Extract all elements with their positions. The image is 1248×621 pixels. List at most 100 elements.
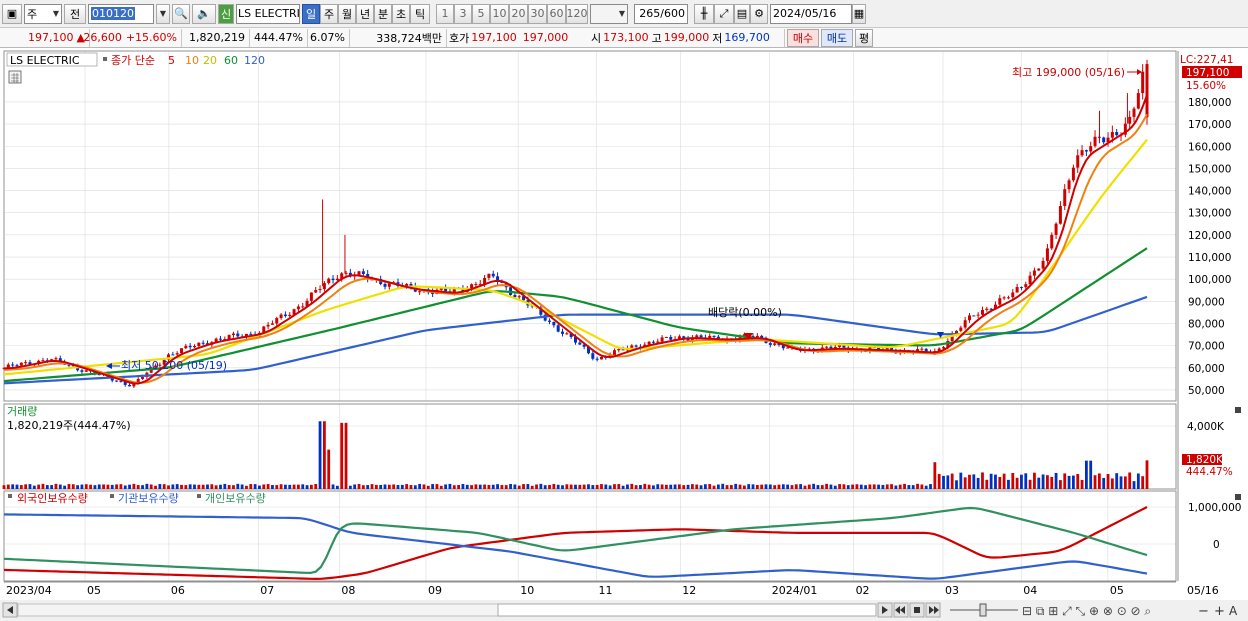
volume-bar [994, 474, 997, 489]
candle-body [963, 320, 967, 328]
volume-panel-close-icon[interactable] [1235, 407, 1241, 413]
last-price-label: 197,100 [1186, 67, 1229, 79]
volume-bar [613, 484, 616, 489]
ma-legend-prefix: 종가 단순 [111, 54, 155, 67]
volume-bar [669, 484, 673, 489]
volume-bar [448, 483, 452, 489]
volume-bar [911, 485, 915, 489]
volume-bar [97, 484, 101, 489]
candle-body [617, 348, 621, 351]
zoom-in-icon[interactable]: + [1214, 604, 1225, 619]
candle-body [270, 323, 274, 325]
candle-body [825, 346, 829, 348]
volume-bar [258, 485, 261, 489]
candle-body [669, 336, 673, 340]
candle-body [998, 298, 1002, 305]
candle-body [786, 347, 790, 349]
volume-bar [742, 485, 746, 489]
volume-bar [630, 483, 634, 489]
x-axis-label: 2024/01 [772, 584, 818, 597]
volume-bar [340, 422, 344, 489]
volume-bar [604, 484, 608, 489]
volume-bar [660, 484, 664, 489]
volume-bar [1046, 475, 1049, 489]
zoom-out-icon[interactable]: − [1198, 604, 1209, 619]
candle-body [249, 333, 253, 335]
legend-institution: 기관보유수량 [118, 492, 179, 505]
holding-panel-close-icon[interactable] [1235, 494, 1241, 500]
volume-bar [729, 485, 733, 489]
volume-last-label: 1,820K [1186, 454, 1224, 466]
volume-bar [422, 484, 426, 489]
volume-bar [838, 484, 842, 489]
volume-bar [1071, 475, 1075, 489]
volume-bar [777, 484, 781, 489]
volume-bar [214, 485, 218, 489]
candle-body [1015, 287, 1019, 293]
volume-bar [890, 484, 893, 489]
volume-bar [864, 485, 867, 489]
volume-bar [626, 484, 629, 489]
candle-body [1089, 146, 1093, 152]
candle-body [115, 380, 119, 382]
volume-bar [1033, 472, 1036, 489]
volume-bar [998, 476, 1002, 489]
candle-body [279, 314, 283, 319]
candle-body [1002, 297, 1006, 299]
volume-bar [197, 484, 201, 489]
candle-body [266, 324, 270, 327]
volume-bar [418, 483, 422, 489]
volume-bar [279, 484, 283, 489]
candle-body [920, 348, 924, 350]
volume-bar [478, 484, 482, 489]
volume-bar [565, 484, 569, 489]
candle-body [188, 345, 192, 348]
volume-bar [504, 485, 508, 489]
volume-bar [1089, 460, 1093, 489]
x-axis-label: 05 [87, 584, 101, 597]
layout-icons[interactable]: ⊟ ⧉ ⊞ ⤢ ⤡ ⊕ ⊗ ⊙ ⊘ ⌕ [1022, 604, 1151, 618]
candle-body [236, 333, 240, 337]
volume-bar [535, 484, 538, 489]
text-size-icon[interactable]: A [1229, 604, 1238, 618]
volume-panel-value: 1,820,219주(444.47%) [7, 419, 131, 432]
volume-bar [855, 484, 859, 489]
volume-bar [309, 484, 313, 489]
candle-body [331, 278, 335, 281]
scroll-track[interactable] [17, 603, 499, 617]
x-axis-label: 05 [1110, 584, 1124, 597]
candle-body [1145, 64, 1149, 118]
scroll-thumb[interactable] [497, 603, 877, 617]
candle-body [1076, 155, 1080, 168]
volume-bar [1011, 472, 1015, 489]
ma-legend-5: 5 [168, 54, 175, 67]
volume-bar [1119, 476, 1123, 489]
volume-bar [738, 484, 742, 489]
volume-bar [63, 485, 67, 489]
candle-body [80, 370, 84, 372]
volume-bar [331, 484, 335, 489]
volume-bar [608, 485, 612, 489]
volume-bar [158, 484, 162, 489]
volume-bar [288, 484, 292, 489]
volume-bar [652, 485, 655, 489]
volume-bar [907, 485, 911, 489]
volume-bar [6, 484, 10, 489]
candle-body [84, 370, 88, 372]
volume-bar [227, 485, 231, 489]
volume-bar [219, 484, 222, 489]
volume-bar [639, 485, 642, 489]
volume-bar [981, 472, 984, 489]
volume-bar [517, 485, 521, 489]
volume-bar [496, 484, 499, 489]
volume-bar [647, 484, 651, 489]
volume-bar [210, 484, 214, 489]
candle-body [227, 335, 231, 340]
candle-body [357, 271, 361, 276]
candle-body [418, 291, 422, 293]
price-y-tick: 80,000 [1188, 318, 1225, 330]
volume-bar [587, 484, 590, 489]
candle-body [361, 271, 365, 275]
candle-body [201, 342, 205, 344]
volume-bar [19, 485, 23, 489]
